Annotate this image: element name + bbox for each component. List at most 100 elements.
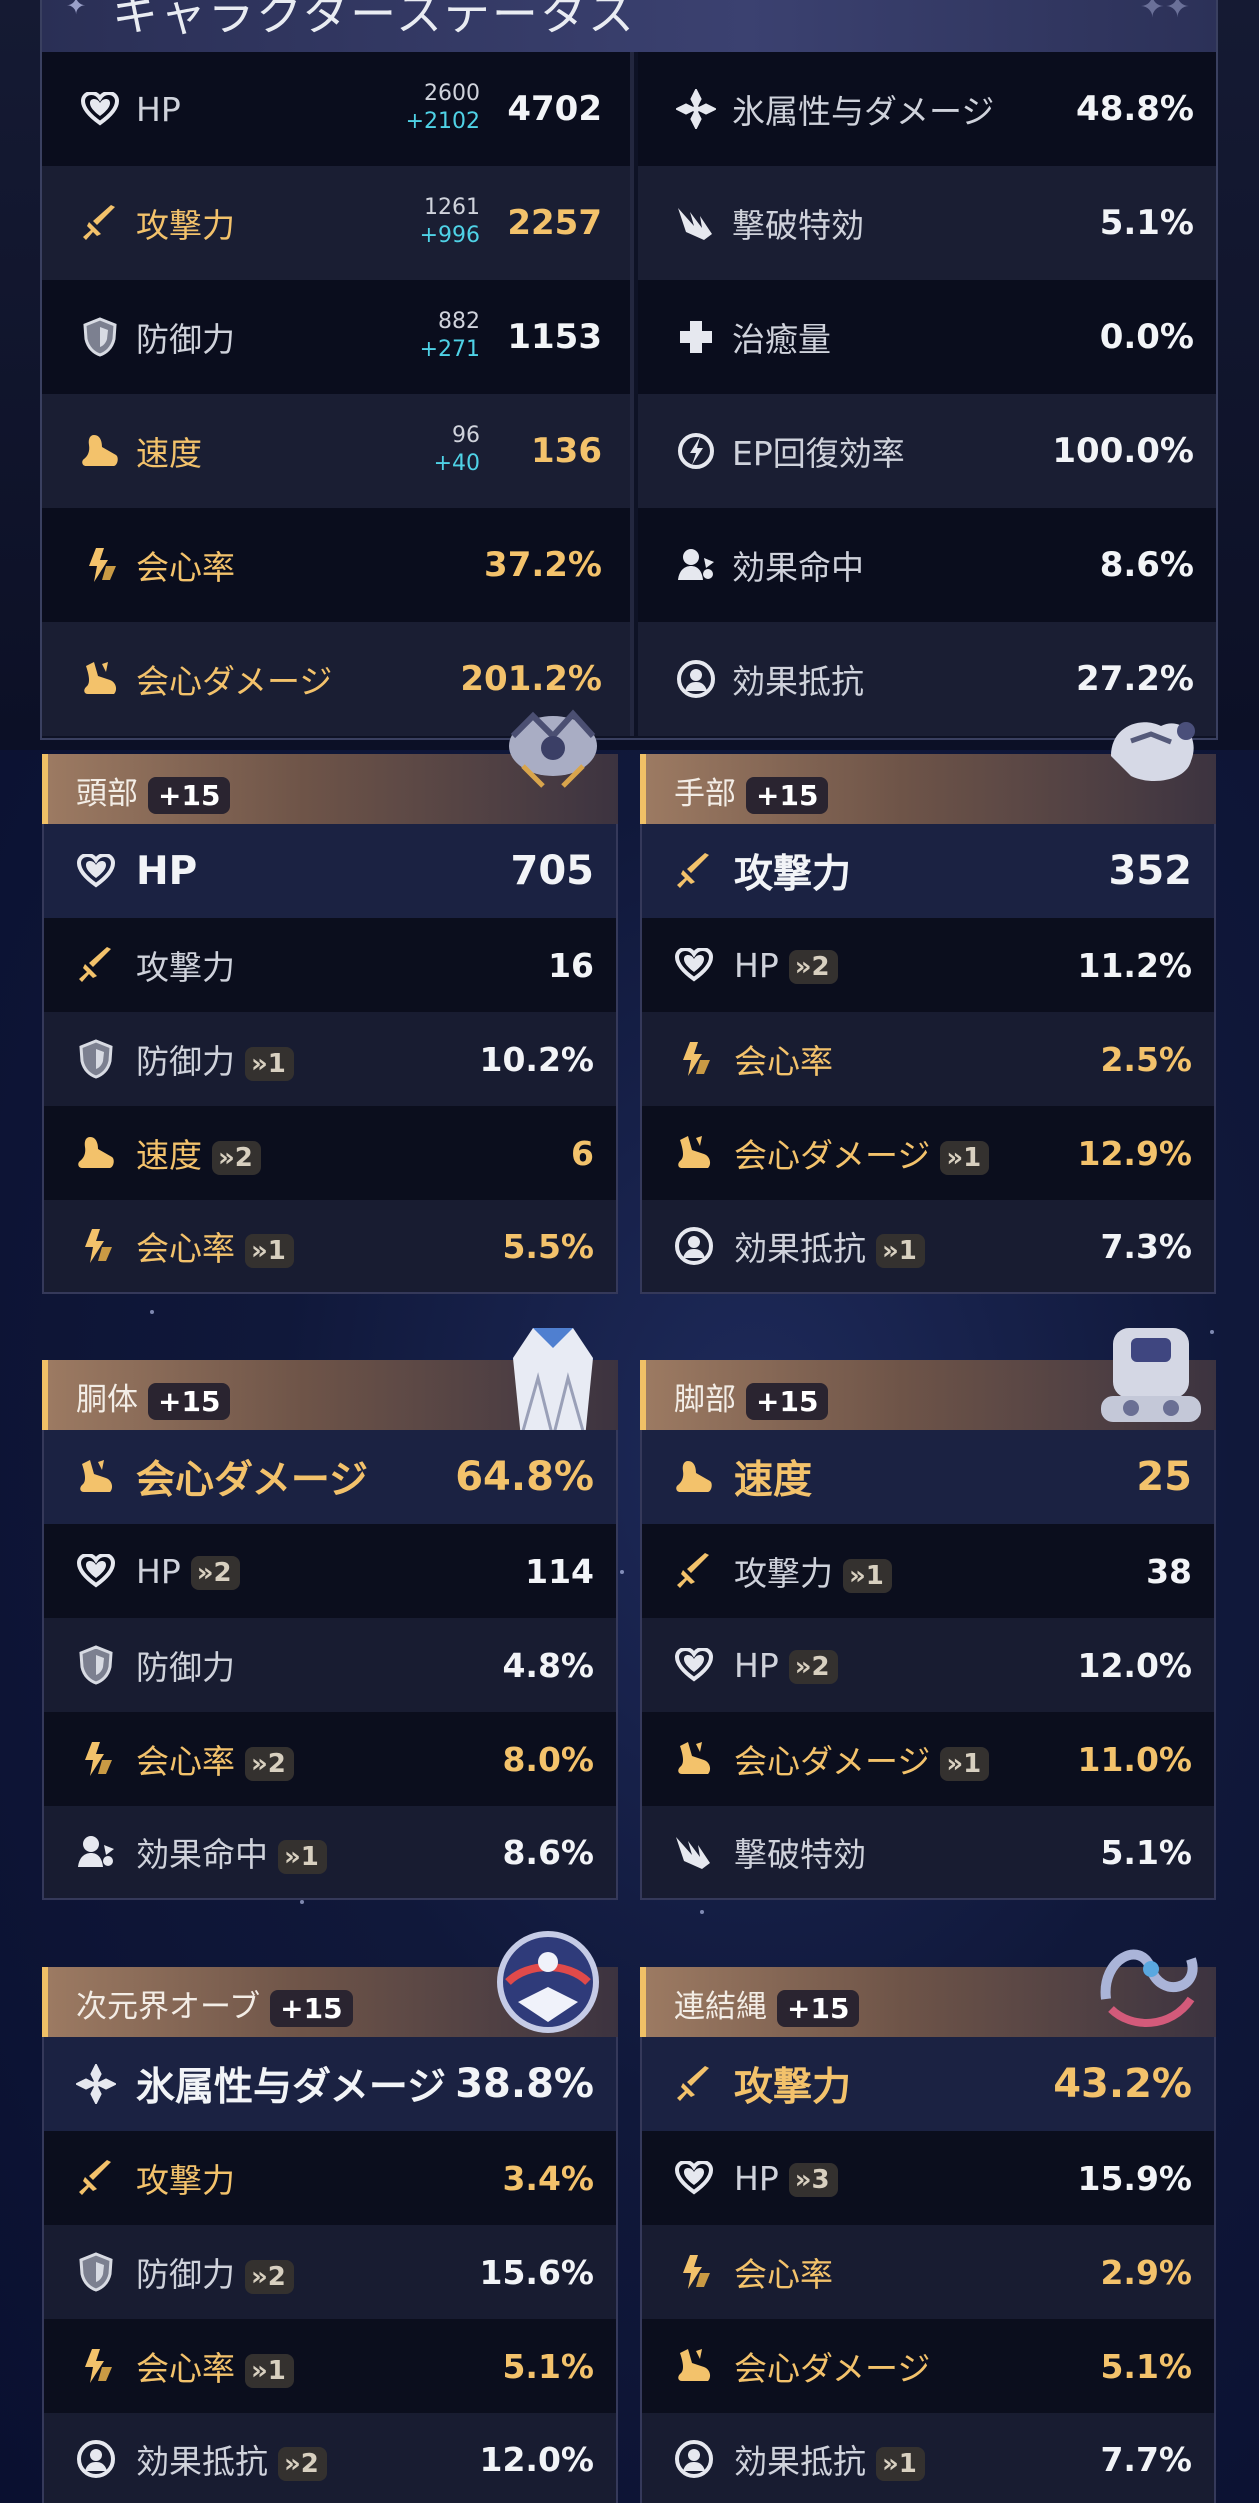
relic-card[interactable]: 手部 +15 攻撃力 352 HP »2 11.2% 会心率 2.5% 会心ダメージ »1 12.9%…	[640, 722, 1216, 1294]
main-stat-value: 64.8%	[455, 1454, 594, 1500]
substat-label: HP »2	[136, 1552, 240, 1591]
substat-value: 2.5%	[1100, 1039, 1192, 1079]
ice-dmg-icon	[666, 89, 726, 129]
substat-name: 効果抵抗	[136, 2442, 268, 2481]
relic-substat-row: 攻撃力 3.4%	[42, 2131, 618, 2225]
relic-card[interactable]: 次元界オーブ +15 氷属性与ダメージ 38.8% 攻撃力 3.4% 防御力 »2 15.6% 会…	[42, 1931, 618, 2503]
substat-name: 速度	[136, 1136, 202, 1175]
crit-dmg-icon	[70, 660, 130, 698]
stat-bonus-value: +2102	[405, 109, 480, 134]
substat-name: HP	[734, 2158, 779, 2198]
relic-header: 連結縄 +15	[640, 1949, 1216, 2037]
relic-slot-label: 手部	[674, 776, 736, 812]
stat-value: 37.2%	[484, 545, 602, 585]
substat-roll-badge: »1	[876, 2446, 925, 2481]
substat-label: 防御力 »1	[136, 1035, 294, 1083]
hp-heart-icon	[664, 1648, 724, 1682]
substat-label: 効果抵抗 »2	[136, 2435, 327, 2483]
relic-slot-name: 脚部 +15	[674, 1374, 829, 1420]
substat-label: 攻撃力 »1	[734, 1547, 892, 1595]
relic-substats: HP »2 11.2% 会心率 2.5% 会心ダメージ »1 12.9% 効果抵抗 »1 7.3%	[640, 918, 1216, 1294]
relic-card[interactable]: 脚部 +15 速度 25 攻撃力 »1 38 HP »2 12.0% 会心ダメージ »1 11.0% 撃破…	[640, 1328, 1216, 1900]
substat-value: 2.9%	[1100, 2252, 1192, 2292]
main-stat-value: 25	[1136, 1454, 1192, 1500]
atk-sword-icon	[70, 204, 130, 242]
healing-cross-icon	[666, 318, 726, 356]
effect-res-icon	[666, 659, 726, 699]
substat-value: 12.0%	[479, 2439, 595, 2479]
substat-name: 効果抵抗	[734, 1229, 866, 1268]
substat-value: 15.6%	[479, 2252, 595, 2292]
status-panel-header: ✦ キャラクターステータス ✦✦	[40, 0, 1218, 52]
break-effect-icon	[666, 204, 726, 242]
stat-value: 100.0%	[1052, 431, 1194, 471]
relic-substat-row: HP »3 15.9%	[640, 2131, 1216, 2225]
substat-name: 攻撃力	[136, 2161, 235, 2200]
relic-list: 頭部 +15 HP 705 攻撃力 16 防御力 »1 10.2% 速度 »2 6 会心率 »1 5.5% 手…	[0, 709, 1259, 2503]
substat-name: 効果抵抗	[734, 2442, 866, 2481]
relic-art-image	[1091, 1318, 1211, 1428]
stat-label: 治癒量	[732, 320, 831, 359]
substat-value: 8.0%	[502, 1739, 594, 1779]
substat-value: 3.4%	[502, 2158, 594, 2198]
effect-hit-icon	[666, 546, 726, 584]
stat-label: 速度	[136, 434, 202, 473]
character-status-panel: ✦ キャラクターステータス ✦✦ HP 2600 +2102 4702 攻撃力 1261 +…	[0, 0, 1259, 750]
substat-label: 撃破特効	[734, 1828, 866, 1876]
stat-value: 5.1%	[1099, 203, 1194, 243]
substat-name: 防御力	[136, 1648, 235, 1687]
stat-label: 効果命中	[732, 548, 864, 587]
status-row-left: 攻撃力 1261 +996 2257	[42, 166, 634, 280]
relic-art-image	[493, 706, 613, 816]
relic-slot-label: 頭部	[76, 776, 138, 812]
substat-name: 会心率	[136, 2349, 235, 2388]
substat-name: 会心率	[734, 2255, 833, 2294]
relic-substats: HP »3 15.9% 会心率 2.9% 会心ダメージ 5.1% 効果抵抗 »1 7.7%	[640, 2131, 1216, 2503]
crit-dmg-icon	[66, 1458, 126, 1496]
substat-roll-badge: »1	[245, 2353, 294, 2388]
atk-sword-icon	[664, 2065, 724, 2103]
relic-substat-row: 会心率 »1 5.1%	[42, 2319, 618, 2413]
substat-name: 効果命中	[136, 1835, 268, 1874]
relic-substat-row: 防御力 »2 15.6%	[42, 2225, 618, 2319]
main-stat-label: 氷属性与ダメージ	[136, 2065, 447, 2110]
substat-name: 防御力	[136, 1042, 235, 1081]
status-row-left: 会心率 37.2%	[42, 508, 634, 622]
substat-label: 攻撃力	[136, 941, 235, 989]
substat-label: 攻撃力	[136, 2154, 235, 2202]
relic-substats: HP »2 114 防御力 4.8% 会心率 »2 8.0% 効果命中 »1 8.6%	[42, 1524, 618, 1900]
stat-base-value: 96	[452, 423, 480, 448]
substat-roll-badge: »3	[788, 2163, 838, 2197]
header-diamond-icon: ✦	[66, 0, 87, 20]
substat-label: 会心率 »1	[136, 1222, 294, 1270]
relic-substat-row: 会心ダメージ »1 12.9%	[640, 1106, 1216, 1200]
substat-value: 38	[1146, 1551, 1192, 1591]
relic-main-stat: 速度 25	[640, 1430, 1216, 1524]
atk-sword-icon	[66, 2159, 126, 2197]
substat-value: 7.7%	[1100, 2439, 1192, 2479]
background-star	[700, 1910, 704, 1914]
crit-rate-icon	[664, 2253, 724, 2291]
substat-label: 会心率 »1	[136, 2342, 294, 2390]
relic-card[interactable]: 頭部 +15 HP 705 攻撃力 16 防御力 »1 10.2% 速度 »2 6 会心率 »1 5.5%	[42, 709, 618, 1294]
effect-res-icon	[664, 1226, 724, 1266]
relic-art-image	[1091, 1929, 1211, 2039]
substat-value: 12.9%	[1077, 1133, 1193, 1173]
relic-substat-row: 攻撃力 16	[42, 918, 618, 1012]
relic-card[interactable]: 胴体 +15 会心ダメージ 64.8% HP »2 114 防御力 4.8% 会心率 »2 8.0% 効…	[42, 1328, 618, 1900]
main-stat-label: 速度	[734, 1458, 813, 1503]
substat-roll-badge: »1	[940, 1140, 990, 1175]
relic-main-stat: 会心ダメージ 64.8%	[42, 1430, 618, 1524]
relic-header: 脚部 +15	[640, 1328, 1216, 1430]
stat-base-value: 882	[438, 309, 480, 334]
status-row-right: 氷属性与ダメージ 48.8%	[638, 52, 1216, 166]
relic-slot-name: 連結縄 +15	[674, 1981, 860, 2027]
stat-base-breakdown: 96 +40	[434, 422, 480, 478]
crit-rate-icon	[664, 1040, 724, 1078]
main-stat-value: 43.2%	[1053, 2061, 1192, 2107]
relic-card[interactable]: 連結縄 +15 攻撃力 43.2% HP »3 15.9% 会心率 2.9% 会心ダメージ 5.1%…	[640, 1949, 1216, 2503]
crit-rate-icon	[66, 1740, 126, 1778]
relic-level-badge: +15	[148, 777, 231, 814]
relic-slot-name: 頭部 +15	[76, 768, 231, 814]
substat-label: 防御力	[136, 1641, 235, 1689]
